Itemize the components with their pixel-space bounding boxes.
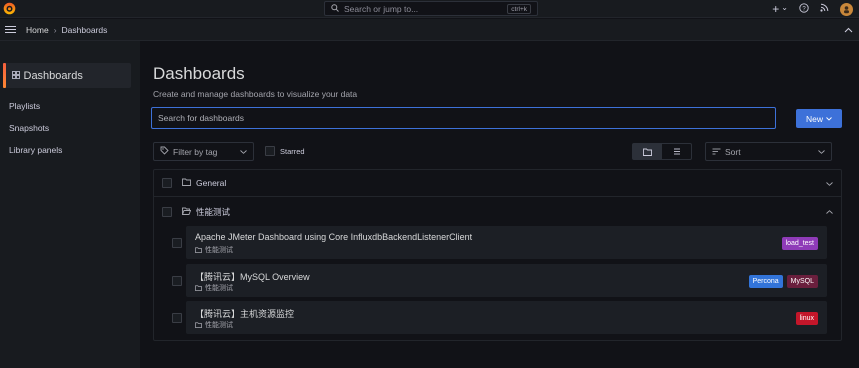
tag-filter-label: Filter by tag [173, 146, 218, 157]
tag-list: linux [795, 312, 818, 325]
folder-icon [182, 178, 191, 188]
tag-filter-select[interactable]: Filter by tag [153, 142, 254, 161]
tag-badge[interactable]: MySQL [786, 275, 818, 288]
folder-checkbox[interactable] [162, 206, 172, 217]
breadcrumb-current: Dashboards [61, 24, 108, 35]
keyboard-shortcut-hint: ctrl+k [507, 3, 531, 14]
grafana-logo-icon[interactable] [3, 2, 16, 15]
sidebar-item-snapshots[interactable]: Snapshots [9, 123, 49, 133]
tag-badge[interactable]: Percona [748, 275, 783, 288]
chevron-down-icon [818, 149, 825, 154]
search-icon [331, 3, 339, 14]
starred-checkbox[interactable] [265, 146, 275, 156]
plus-icon: + [772, 2, 780, 16]
view-toggle [632, 143, 692, 160]
tag-badge[interactable]: linux [795, 312, 818, 325]
sidebar-item-label: Dashboards [23, 69, 83, 82]
dashboard-folder-name: 性能测试 [205, 285, 233, 292]
sort-label: Sort [725, 146, 741, 157]
help-circle-icon[interactable]: ? [799, 2, 809, 16]
dashboard-title[interactable]: 【腾讯云】MySQL Overview [195, 270, 310, 283]
folder-icon [195, 322, 202, 328]
rss-icon[interactable] [820, 3, 829, 15]
dashboard-title[interactable]: 【腾讯云】主机资源监控 [195, 307, 294, 320]
page-title: Dashboards [153, 64, 245, 83]
dashboard-checkbox[interactable] [172, 238, 182, 248]
breadcrumb-bar: Home › Dashboards [0, 19, 859, 41]
breadcrumb-home[interactable]: Home [26, 25, 49, 35]
add-menu-button[interactable]: + ⌄ [772, 2, 788, 16]
sidebar-item-library-panels[interactable]: Library panels [9, 145, 62, 155]
chevron-down-icon [240, 149, 247, 154]
dashboard-folder-name: 性能测试 [205, 322, 233, 329]
dashboard-checkbox[interactable] [172, 313, 182, 323]
breadcrumb-separator: › [53, 24, 57, 35]
sort-select[interactable]: Sort [705, 142, 832, 161]
starred-filter[interactable]: Starred [265, 146, 305, 156]
top-navbar: Search or jump to... ctrl+k + ⌄ ? [0, 0, 859, 18]
dashboard-row[interactable]: Apache JMeter Dashboard using Core Influ… [186, 226, 827, 259]
folder-icon [643, 148, 652, 156]
dashboard-checkbox[interactable] [172, 276, 182, 286]
new-button[interactable]: New [796, 109, 842, 128]
avatar[interactable] [840, 2, 853, 16]
folder-view-button[interactable] [633, 144, 662, 159]
dashboard-search-input[interactable] [151, 107, 776, 129]
folder-checkbox[interactable] [162, 178, 172, 188]
new-button-label: New [805, 113, 823, 124]
list-view-button[interactable] [662, 144, 691, 159]
folder-name: General [196, 178, 227, 188]
folder-name: 性能测试 [196, 206, 231, 217]
chevron-down-icon[interactable] [826, 179, 833, 188]
tag-list: Percona MySQL [748, 275, 818, 288]
dashboard-title[interactable]: Apache JMeter Dashboard using Core Influ… [195, 232, 472, 242]
folder-icon [195, 285, 202, 291]
chevron-down-icon [826, 116, 832, 121]
chevron-up-icon[interactable] [826, 207, 833, 216]
folder-row-general[interactable]: General [154, 170, 841, 197]
dashboard-folder: 性能测试 [195, 283, 233, 293]
tag-badge[interactable]: load_test [781, 237, 818, 250]
folder-open-icon [181, 207, 192, 217]
sidebar: Dashboards Playlists Snapshots Library p… [0, 41, 140, 368]
sidebar-item-dashboards[interactable]: Dashboards [3, 63, 131, 88]
sidebar-item-playlists[interactable]: Playlists [9, 101, 40, 111]
folder-row-performance[interactable]: 性能测试 [154, 198, 841, 225]
active-indicator [3, 63, 6, 88]
chevron-down-icon: ⌄ [781, 2, 788, 12]
dashboard-row[interactable]: 【腾讯云】主机资源监控 性能测试 linux [186, 301, 827, 334]
breadcrumb: Home › Dashboards [26, 25, 107, 35]
dashboard-folder: 性能测试 [195, 320, 233, 330]
global-search-placeholder: Search or jump to... [344, 3, 419, 14]
list-icon [673, 148, 680, 155]
apps-icon [11, 70, 20, 81]
tag-icon [160, 146, 169, 157]
menu-toggle-icon[interactable] [5, 25, 16, 34]
chevron-up-icon[interactable] [844, 25, 853, 35]
page-subtitle: Create and manage dashboards to visualiz… [153, 89, 358, 99]
global-search[interactable]: Search or jump to... ctrl+k [324, 1, 538, 16]
tag-list: load_test [781, 237, 818, 250]
folder-icon [195, 247, 202, 253]
dashboard-folder-name: 性能测试 [205, 247, 233, 254]
sort-icon [712, 147, 721, 157]
dashboard-folder: 性能测试 [195, 245, 233, 255]
dashboard-row[interactable]: 【腾讯云】MySQL Overview 性能测试 Percona MySQL [186, 264, 827, 297]
starred-label: Starred [280, 146, 305, 156]
